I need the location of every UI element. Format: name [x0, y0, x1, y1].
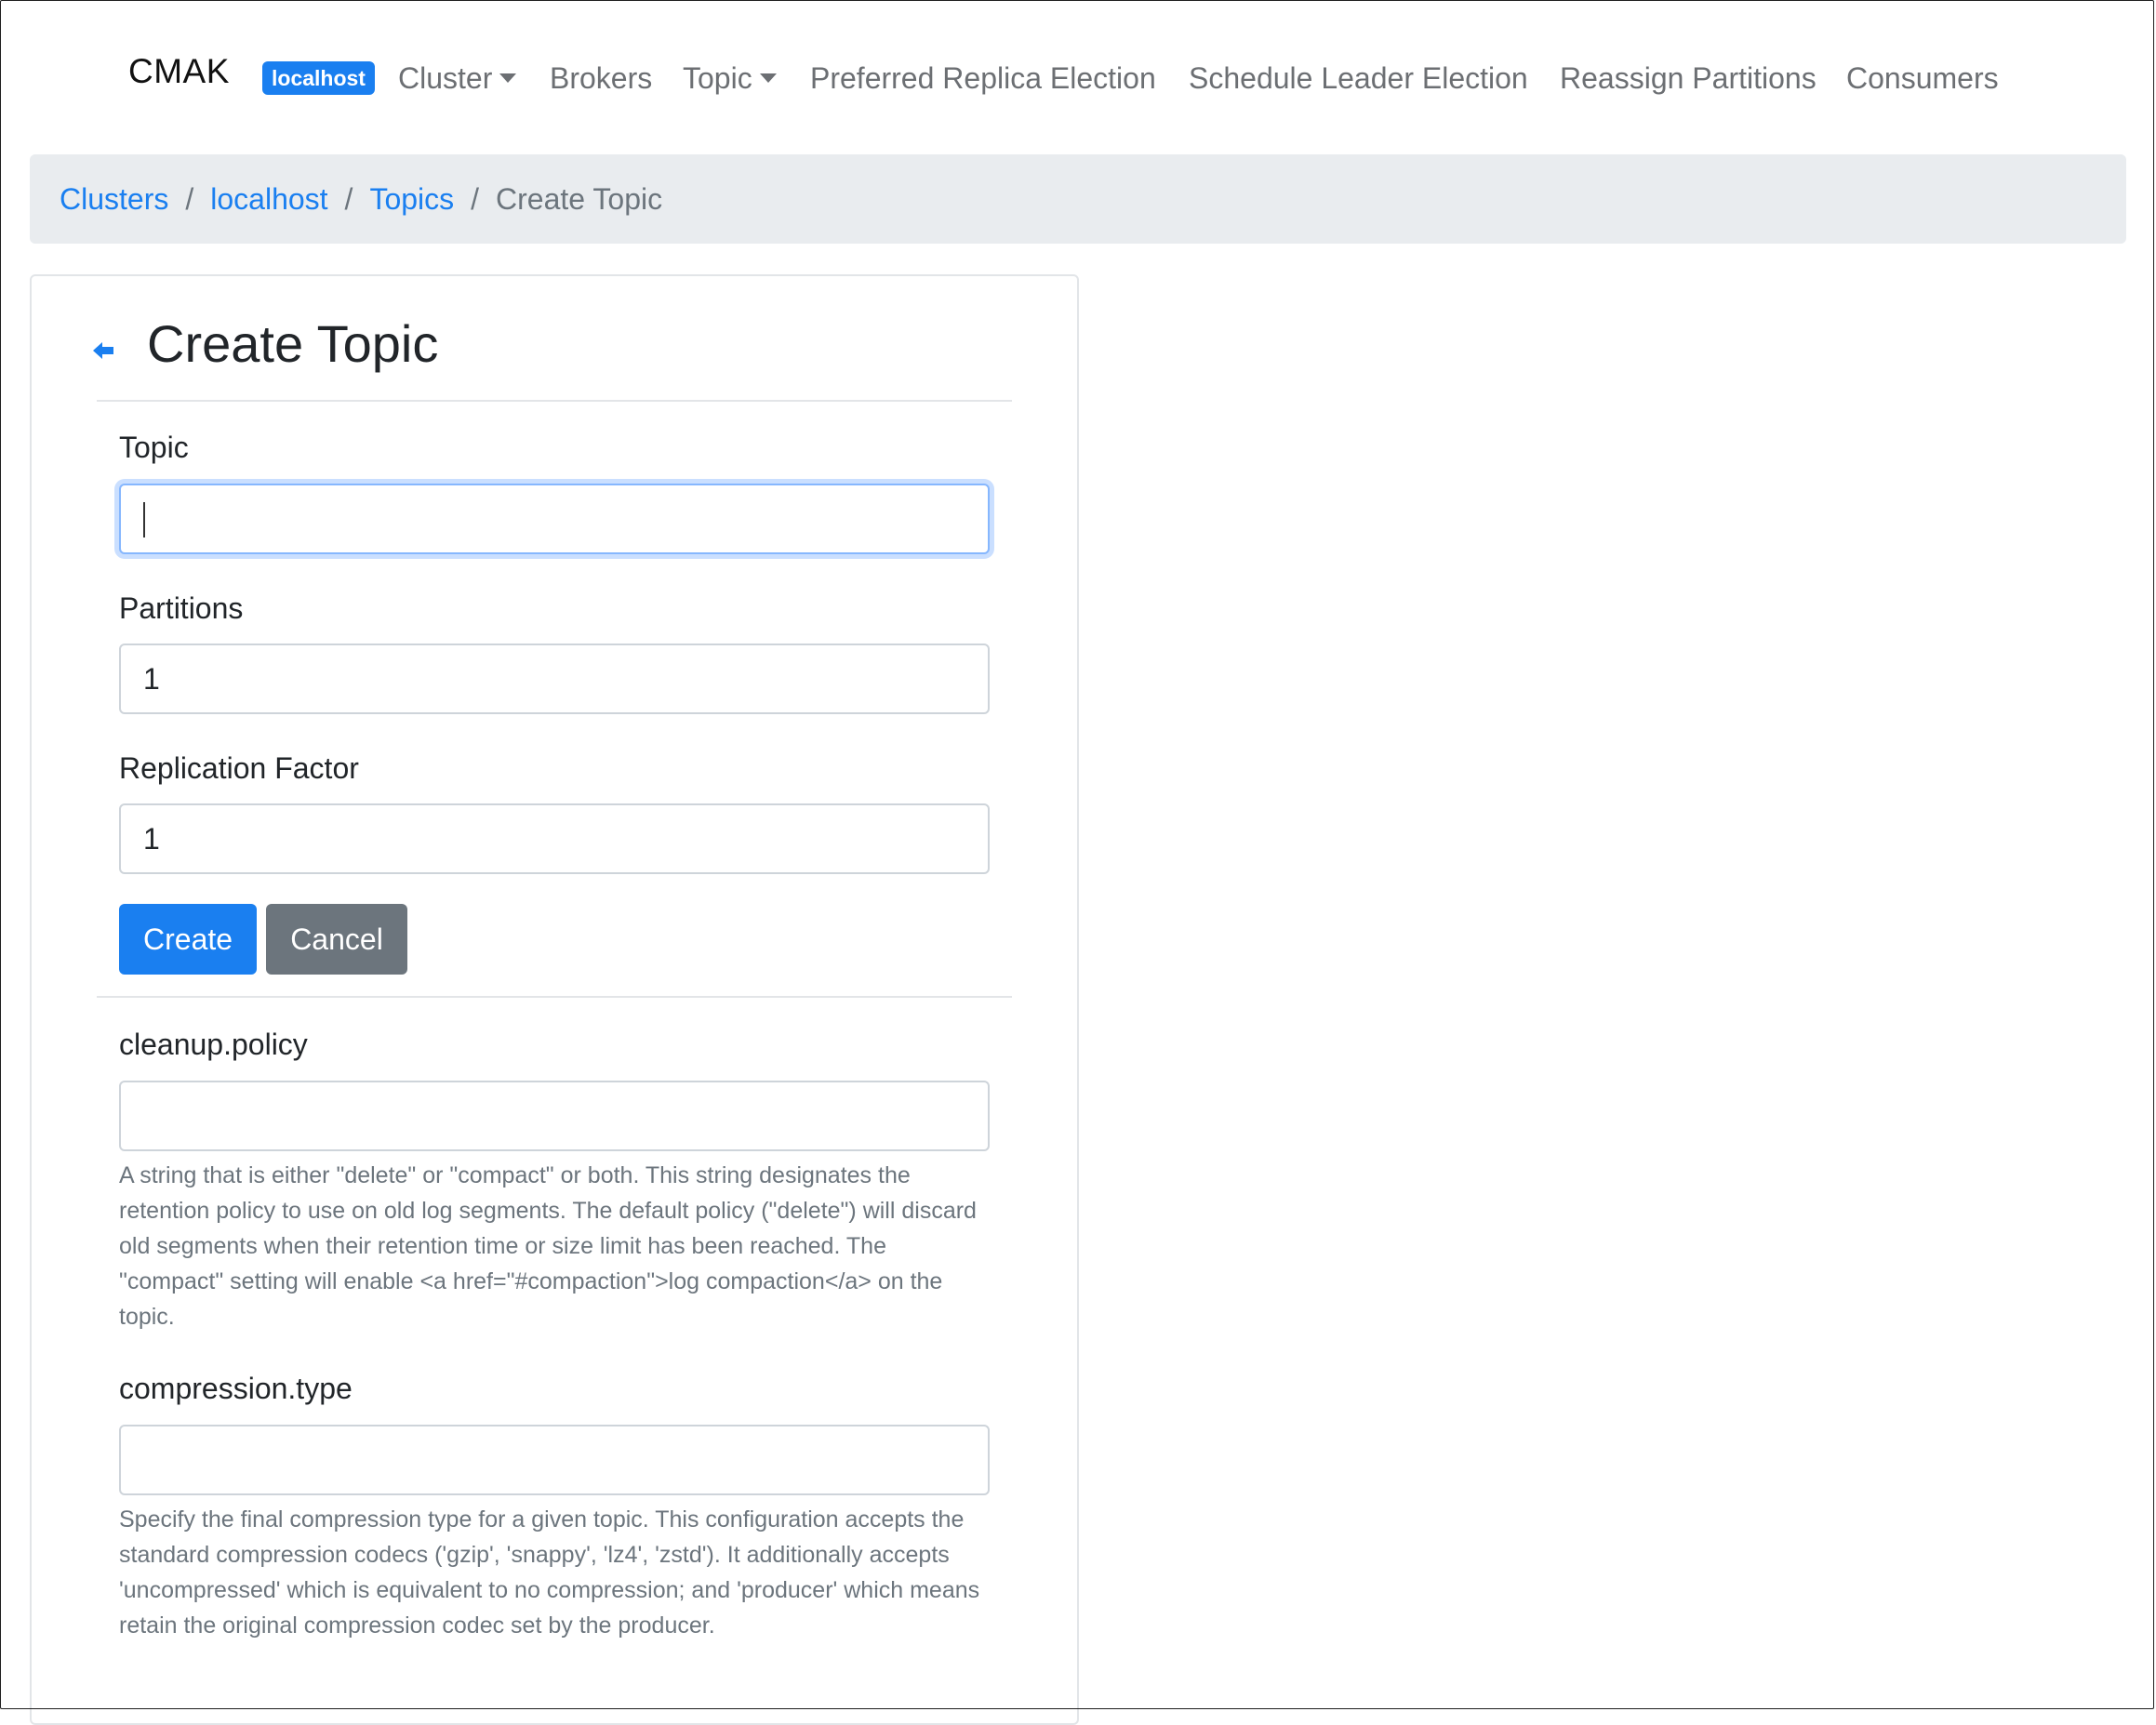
breadcrumb-clusters[interactable]: Clusters [60, 182, 168, 217]
nav-brokers[interactable]: Brokers [550, 58, 652, 100]
breadcrumb-current: Create Topic [496, 181, 663, 216]
compression-type-help: Specify the final compression type for a… [119, 1506, 980, 1639]
partitions-input[interactable] [119, 644, 990, 714]
replication-factor-label: Replication Factor [119, 751, 359, 785]
breadcrumb-separator: / [471, 181, 480, 216]
breadcrumb-localhost[interactable]: localhost [210, 182, 327, 217]
nav-consumers[interactable]: Consumers [1846, 58, 1999, 100]
nav-cluster-dropdown[interactable]: Cluster [398, 58, 517, 100]
cleanup-policy-input[interactable] [119, 1081, 990, 1151]
partitions-label: Partitions [119, 591, 244, 625]
create-button[interactable]: Create [119, 904, 257, 975]
divider [97, 400, 1012, 402]
nav-topic-dropdown[interactable]: Topic [683, 58, 777, 100]
page-title: Create Topic [147, 314, 439, 373]
breadcrumb: Clusters / localhost / Topics / Create T… [30, 154, 2126, 244]
compression-type-input[interactable] [119, 1425, 990, 1495]
arrow-left-icon [93, 342, 113, 359]
config-name-cleanup-policy: cleanup.policy [119, 1028, 308, 1061]
nav-preferred-replica-election[interactable]: Preferred Replica Election [810, 58, 1156, 100]
breadcrumb-separator: / [344, 181, 353, 216]
chevron-down-icon [499, 73, 517, 83]
breadcrumb-separator: / [185, 181, 194, 216]
config-name-compression-type: compression.type [119, 1372, 353, 1405]
topic-label: Topic [119, 431, 189, 464]
brand-link[interactable]: CMAK [128, 52, 230, 91]
topic-input[interactable] [119, 484, 990, 554]
nav-topic-label: Topic [683, 61, 752, 95]
nav-cluster-label: Cluster [398, 61, 493, 95]
cluster-badge: localhost [262, 61, 375, 95]
cleanup-policy-help: A string that is either "delete" or "com… [119, 1162, 977, 1330]
breadcrumb-topics[interactable]: Topics [369, 182, 454, 217]
cancel-button[interactable]: Cancel [266, 904, 407, 975]
replication-factor-input[interactable] [119, 803, 990, 874]
chevron-down-icon [759, 73, 777, 83]
text-cursor [143, 502, 145, 537]
navbar: CMAK localhost Cluster Brokers Topic Pre… [0, 0, 2156, 149]
nav-schedule-leader-election[interactable]: Schedule Leader Election [1189, 58, 1528, 100]
nav-reassign-partitions[interactable]: Reassign Partitions [1560, 58, 1817, 100]
divider [97, 996, 1012, 998]
